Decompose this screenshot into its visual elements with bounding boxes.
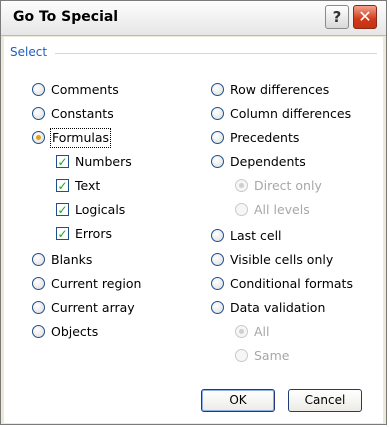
group-divider [55, 53, 377, 54]
select-group-label: Select [10, 45, 54, 59]
option-label: Current array [51, 300, 135, 315]
radio-selected-icon[interactable] [235, 179, 248, 192]
radio-icon[interactable] [32, 277, 45, 290]
radio-icon[interactable] [211, 131, 224, 144]
close-button[interactable]: ✕ [353, 5, 377, 29]
radio-icon[interactable] [32, 253, 45, 266]
radio-selected-icon[interactable] [235, 325, 248, 338]
option-label: Direct only [254, 178, 322, 193]
option-label: Blanks [51, 252, 93, 267]
checkbox-label: Logicals [75, 202, 126, 217]
radio-icon[interactable] [211, 301, 224, 314]
option-label: Comments [51, 82, 119, 97]
checkbox-checked-icon[interactable] [56, 153, 69, 171]
option-label: Constants [51, 106, 114, 121]
radio-icon[interactable] [211, 229, 224, 242]
radio-icon[interactable] [32, 325, 45, 338]
checkbox-label: Errors [75, 226, 112, 241]
option-label: All [254, 324, 270, 339]
go-to-special-dialog: Go To Special ? ✕ Select Comments Consta… [0, 0, 387, 425]
close-icon: ✕ [358, 7, 372, 26]
help-button[interactable]: ? [325, 5, 349, 29]
radio-icon[interactable] [235, 349, 248, 362]
checkbox-checked-icon[interactable] [56, 225, 69, 243]
radio-icon[interactable] [211, 83, 224, 96]
radio-selected-icon[interactable] [32, 131, 45, 144]
option-label: Objects [51, 324, 99, 339]
dialog-title: Go To Special [13, 9, 119, 25]
radio-icon[interactable] [211, 253, 224, 266]
option-label: Visible cells only [230, 252, 334, 267]
cancel-button[interactable]: Cancel [288, 389, 362, 412]
option-label: Same [254, 348, 290, 363]
option-label: Last cell [230, 228, 282, 243]
checkbox-label: Text [75, 178, 101, 193]
radio-icon[interactable] [235, 203, 248, 216]
checkbox-checked-icon[interactable] [56, 201, 69, 219]
radio-icon[interactable] [32, 107, 45, 120]
checkbox-label: Numbers [75, 154, 132, 169]
option-label: All levels [254, 202, 310, 217]
option-label: Current region [51, 276, 142, 291]
option-label: Formulas [49, 128, 112, 148]
option-label: Row differences [230, 82, 330, 97]
ok-button[interactable]: OK [201, 389, 275, 412]
option-label: Conditional formats [230, 276, 353, 291]
question-mark-icon: ? [332, 8, 342, 26]
checkbox-checked-icon[interactable] [56, 177, 69, 195]
title-bar: Go To Special ? ✕ [1, 1, 386, 36]
radio-icon[interactable] [32, 301, 45, 314]
radio-icon[interactable] [211, 107, 224, 120]
option-label: Column differences [230, 106, 352, 121]
radio-icon[interactable] [211, 155, 224, 168]
option-label: Data validation [230, 300, 326, 315]
radio-icon[interactable] [32, 83, 45, 96]
option-label: Precedents [230, 130, 300, 145]
option-label: Dependents [230, 154, 306, 169]
radio-icon[interactable] [211, 277, 224, 290]
